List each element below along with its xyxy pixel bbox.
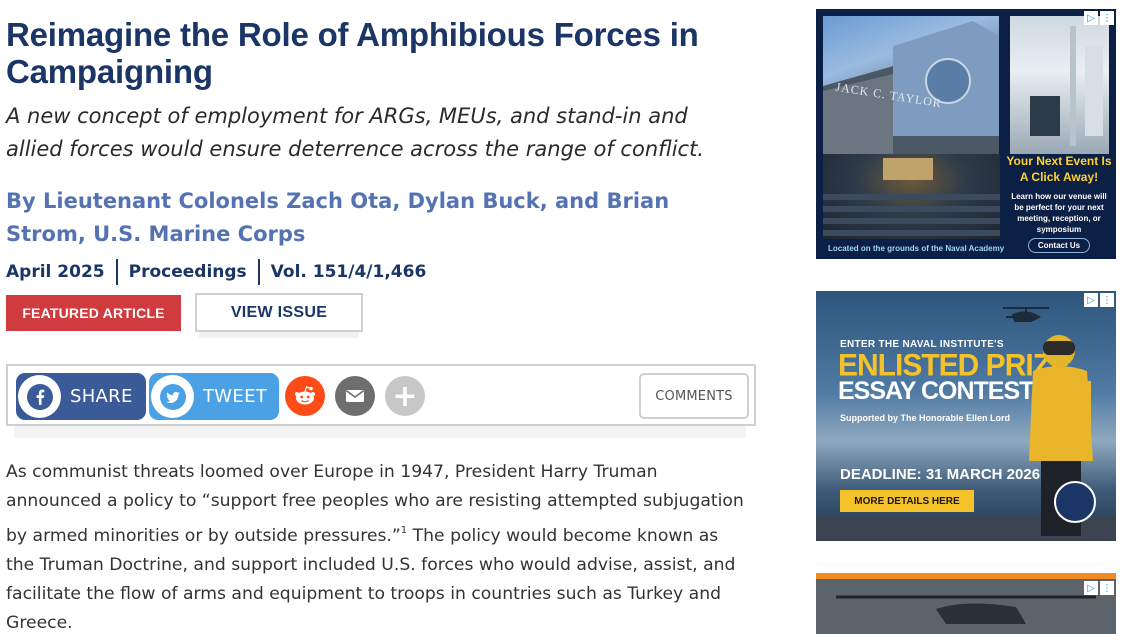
article-body-paragraph: As communist threats loomed over Europe … xyxy=(6,458,746,634)
featured-article-badge[interactable]: FEATURED ARTICLE xyxy=(6,295,181,331)
reddit-share-button[interactable] xyxy=(285,376,325,416)
reddit-icon xyxy=(295,386,315,405)
article-subtitle: A new concept of employment for ARGs, ME… xyxy=(6,104,704,161)
share-label: SHARE xyxy=(70,386,133,407)
facebook-icon xyxy=(18,375,61,418)
naval-institute-seal xyxy=(1054,481,1096,523)
adchoices-icon[interactable]: ▷ xyxy=(1084,581,1098,595)
ad-headline: Your Next Event Is A Click Away! xyxy=(1006,154,1112,184)
helicopter-photo xyxy=(816,579,1116,634)
helicopter-icon xyxy=(1003,307,1049,322)
close-x-icon[interactable]: ⋮ xyxy=(1100,11,1114,25)
lobby-photo xyxy=(1010,16,1109,154)
volume-link[interactable]: Vol. 151/4/1,466 xyxy=(271,262,427,282)
comments-button[interactable]: COMMENTS xyxy=(639,373,749,419)
twitter-share-button[interactable]: TWEET xyxy=(149,373,279,420)
email-share-button[interactable] xyxy=(335,376,375,416)
ad-choices[interactable]: ▷ ⋮ xyxy=(1084,11,1114,25)
twitter-icon xyxy=(151,375,194,418)
plus-icon: + xyxy=(392,378,418,414)
share-bar: SHARE TWEET + COMMENTS xyxy=(6,364,756,426)
event-venue-ad[interactable]: ▷ ⋮ JACK C. TAYLOR Located on the ground… xyxy=(816,9,1116,259)
tweet-label: TWEET xyxy=(203,386,268,407)
ad-subtext: Learn how our venue will be perfect for … xyxy=(1011,192,1107,234)
essay-contest-ad[interactable]: ▷ ⋮ ENTER THE NAVAL INSTITUTE'S ENLISTED… xyxy=(816,291,1116,541)
publication-link[interactable]: Proceedings xyxy=(129,262,247,282)
ad-choices[interactable]: ▷ ⋮ xyxy=(1084,293,1114,307)
article-title: Reimagine the Role of Amphibious Forces … xyxy=(6,16,699,90)
ad-choices[interactable]: ▷ ⋮ xyxy=(1084,581,1114,595)
ad-location-text: Located on the grounds of the Naval Acad… xyxy=(828,244,1005,253)
ad-title-essay-contest: ESSAY CONTEST xyxy=(838,377,1034,405)
contact-us-button[interactable]: Contact Us xyxy=(1028,238,1090,253)
facebook-share-button[interactable]: SHARE xyxy=(16,373,146,420)
building-photo: JACK C. TAYLOR xyxy=(823,16,999,154)
article-date: April 2025 xyxy=(6,262,105,282)
meta-separator xyxy=(115,259,118,285)
more-details-button[interactable]: MORE DETAILS HERE xyxy=(840,490,974,512)
article-meta: April 2025 Proceedings Vol. 151/4/1,466 xyxy=(6,259,426,285)
adchoices-icon[interactable]: ▷ xyxy=(1084,293,1098,307)
auditorium-photo xyxy=(823,154,1000,239)
share-bar-shadow xyxy=(14,426,746,438)
helicopter-ad[interactable]: ▷ ⋮ xyxy=(816,573,1116,634)
view-issue-button[interactable]: VIEW ISSUE xyxy=(195,293,363,332)
ad-deadline: DEADLINE: 31 MARCH 2026 xyxy=(840,466,1041,483)
meta-separator xyxy=(257,259,260,285)
more-share-button[interactable]: + xyxy=(385,376,425,416)
adchoices-icon[interactable]: ▷ xyxy=(1084,11,1098,25)
email-icon xyxy=(346,390,364,402)
article-byline[interactable]: By Lieutenant Colonels Zach Ota, Dylan B… xyxy=(6,185,736,251)
ad-support-text: Supported by The Honorable Ellen Lord xyxy=(840,413,1011,423)
view-issue-shadow xyxy=(199,332,359,338)
close-x-icon[interactable]: ⋮ xyxy=(1100,581,1114,595)
close-x-icon[interactable]: ⋮ xyxy=(1100,293,1114,307)
